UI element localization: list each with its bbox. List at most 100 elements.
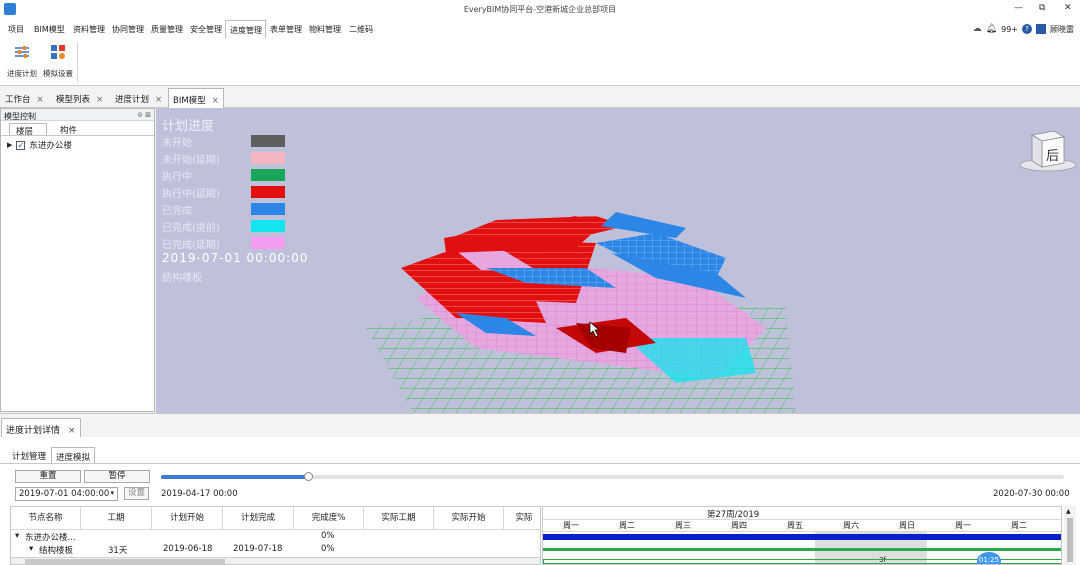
legend-label: 已完成(延期)	[162, 240, 220, 251]
tab-bim-model[interactable]: BIM模型 ×	[168, 88, 224, 108]
menu-schedule-label: 进度管理	[230, 26, 262, 35]
header-tools: ☁ 🔔︎ 99+ ? 顾晓雷	[973, 21, 1074, 37]
scrollbar-thumb[interactable]	[25, 559, 225, 564]
gantt-summary-bar[interactable]	[543, 534, 1061, 540]
close-button[interactable]: ✕	[1064, 3, 1072, 13]
col-plan-start[interactable]: 计划开始	[152, 507, 223, 529]
tab-schedule-plan-label: 进度计划	[115, 95, 150, 105]
model-control-header: 模型控制 ⊘ ⊠	[1, 109, 154, 121]
tab-progress-simulation[interactable]: 进度模拟	[51, 447, 96, 463]
schedule-plan-button[interactable]: 进度计划	[4, 44, 40, 79]
gantt-day-label: 周三	[675, 521, 691, 530]
gantt-task-bar[interactable]	[543, 548, 1061, 551]
gantt-day-label: 周一	[563, 521, 579, 530]
menu-documents[interactable]: 资料管理	[73, 24, 105, 35]
cloud-icon[interactable]: ☁	[973, 24, 982, 34]
col-plan-end[interactable]: 计划完成	[223, 507, 294, 529]
row-plan-start: 2019-06-18	[163, 544, 213, 554]
bim-3d-viewer[interactable]: 计划进度 未开始 未开始(延期) 执行中 执行中(延期) 已完成 已完成(提前) 已完成(延…	[156, 108, 1080, 413]
minimize-button[interactable]: —	[1014, 3, 1023, 13]
pin-icon[interactable]: ⊘	[137, 111, 143, 119]
range-start: 2019-04-17 00:00	[161, 489, 238, 499]
col-completion[interactable]: 完成度%	[294, 507, 364, 529]
tree-item-east-office[interactable]: ▶ ✓ 东进办公楼	[7, 139, 72, 151]
chevron-down-icon[interactable]: ▾	[110, 489, 114, 497]
scroll-up-icon[interactable]: ▲	[1066, 508, 1071, 515]
datetime-select[interactable]: 2019-07-01 04:00:00 ▾	[15, 487, 118, 501]
table-row[interactable]: ▾ 东进办公楼... 0%	[11, 531, 540, 543]
reset-button[interactable]: 重置	[15, 470, 81, 483]
close-icon[interactable]: ×	[37, 95, 44, 105]
menu-bim-model[interactable]: BIM模型	[34, 24, 65, 35]
tab-model-list[interactable]: 模型列表 ×	[52, 88, 107, 108]
timeline-slider-thumb[interactable]	[304, 472, 314, 481]
horizontal-scrollbar[interactable]	[11, 557, 540, 564]
sub-tab-divider	[0, 463, 1080, 464]
tab-schedule-plan[interactable]: 进度计划 ×	[111, 88, 166, 108]
legend-label: 未开始(延期)	[162, 155, 220, 166]
menu-collaboration[interactable]: 协同管理	[112, 24, 144, 35]
close-icon[interactable]: ×	[96, 95, 103, 105]
pause-button[interactable]: 暂停	[84, 470, 150, 483]
schedule-details-panel: 计划管理 进度模拟 重置 暂停 2019-07-01 04:00:00 ▾ 设置…	[0, 437, 1080, 565]
title-bar: EveryBIM协同平台-空港新城企业总部项目 — ⧉ ✕	[0, 0, 1080, 20]
legend-swatch	[251, 203, 285, 215]
collapse-arrow-icon[interactable]: ▾	[29, 544, 33, 554]
help-icon[interactable]: ?	[1022, 24, 1032, 34]
view-cube[interactable]: 后	[1018, 125, 1078, 173]
simulation-time: 2019-07-01 00:00:00	[162, 251, 309, 265]
maximize-button[interactable]: ⧉	[1039, 3, 1045, 13]
vertical-scrollbar[interactable]: ▲	[1064, 506, 1076, 565]
menu-quality[interactable]: 质量管理	[151, 24, 183, 35]
user-name[interactable]: 顾晓雷	[1050, 24, 1074, 35]
row-percent: 0%	[321, 544, 335, 554]
datetime-value: 2019-07-01 04:00:00	[19, 489, 110, 499]
menu-safety[interactable]: 安全管理	[190, 24, 222, 35]
tab-workbench[interactable]: 工作台 ×	[1, 88, 48, 108]
row-name: 结构楼板	[39, 546, 74, 556]
gantt-chart[interactable]: 第27周/2019 周一周二周三周四周五周六周日周一周二周 3f 01:25	[542, 506, 1062, 565]
close-icon[interactable]: ×	[212, 96, 219, 106]
gantt-day-label: 周五	[787, 521, 803, 530]
menu-qrcode[interactable]: 二维码	[349, 24, 373, 35]
range-end: 2020-07-30 00:00	[993, 489, 1070, 499]
menu-forms[interactable]: 表单管理	[270, 24, 302, 35]
legend-label: 执行中	[162, 172, 192, 183]
tab-schedule-details[interactable]: 进度计划详情 ×	[1, 418, 81, 438]
close-icon[interactable]: ×	[68, 426, 76, 436]
avatar[interactable]	[1036, 24, 1046, 34]
bell-icon[interactable]: 🔔︎	[986, 24, 997, 34]
menu-project[interactable]: 项目	[8, 24, 24, 35]
simulation-settings-button[interactable]: 模拟设置	[40, 44, 76, 79]
table-row[interactable]: ▾ 结构楼板 31天 2019-06-18 2019-07-18 0%	[11, 544, 540, 556]
model-control-panel: 模型控制 ⊘ ⊠ 楼层 构件 ▶ ✓ 东进办公楼	[0, 108, 155, 412]
model-control-title: 模型控制	[4, 112, 36, 121]
set-button[interactable]: 设置	[124, 487, 149, 500]
col-actual-duration[interactable]: 实际工期	[364, 507, 434, 529]
col-actual-start[interactable]: 实际开始	[434, 507, 504, 529]
close-icon[interactable]: ×	[155, 95, 162, 105]
timeline-slider[interactable]	[161, 472, 1064, 481]
tab-floors[interactable]: 楼层	[9, 123, 47, 137]
notification-count: 99+	[1001, 24, 1018, 34]
legend-label: 已完成	[162, 206, 192, 217]
expand-arrow-icon[interactable]: ▶	[7, 141, 12, 149]
row-duration: 31天	[108, 546, 128, 556]
menu-materials[interactable]: 物料管理	[309, 24, 341, 35]
panel-close-icon[interactable]: ⊠	[145, 111, 151, 119]
tab-model-list-label: 模型列表	[56, 95, 91, 105]
tab-schedule-details-label: 进度计划详情	[6, 426, 61, 436]
view-cube-face[interactable]: 后	[1046, 145, 1059, 164]
schedule-table: 节点名称 工期 计划开始 计划完成 完成度% 实际工期 实际开始 实际 ▾ 东进…	[10, 506, 541, 565]
checkbox-icon[interactable]: ✓	[16, 140, 26, 150]
col-node-name[interactable]: 节点名称	[11, 507, 81, 529]
gantt-day-divider	[543, 531, 1061, 532]
scrollbar-thumb[interactable]	[1067, 518, 1073, 562]
tab-plan-management[interactable]: 计划管理	[8, 447, 50, 463]
menu-schedule-active[interactable]: 进度管理	[225, 20, 266, 39]
ribbon-toolbar: 进度计划 模拟设置	[0, 38, 1080, 86]
collapse-arrow-icon[interactable]: ▾	[15, 531, 19, 541]
col-actual-end[interactable]: 实际	[504, 507, 540, 529]
row-percent: 0%	[321, 531, 335, 541]
col-duration[interactable]: 工期	[81, 507, 152, 529]
